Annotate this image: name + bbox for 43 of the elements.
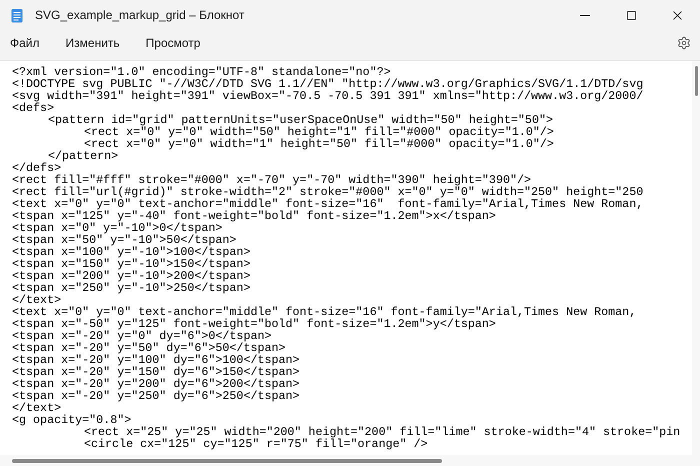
menu-item[interactable]: Просмотр (138, 34, 208, 52)
code-line: <rect x="25" y="25" width="200" height="200" fill="lime" stroke-width="4" stroke="pin (84, 426, 680, 438)
maximize-icon (626, 10, 636, 20)
code-line: <tspan x="-20" y="100" dy="6">100</tspan> (12, 354, 300, 366)
code-line: <tspan x="250" y="-10">250</tspan> (12, 282, 250, 294)
code-line: <tspan x="-20" y="50" dy="6">50</tspan> (12, 342, 286, 354)
code-line: <!DOCTYPE svg PUBLIC "-//W3C//DTD SVG 1.1//EN" "http://www.w3.org/Graphics/SVG/1.1/DTD/svg (12, 78, 644, 90)
code-line: <text x="0" y="0" text-anchor="middle" font-size="16" font-family="Arial,Times New Roman, (12, 306, 636, 318)
code-line: <rect fill="url(#grid)" stroke-width="2" stroke="#000" x="0" y="0" width="250" height="250 (12, 186, 644, 198)
settings-icon[interactable] (677, 36, 691, 50)
menu-item[interactable]: Изменить (58, 34, 127, 52)
code-line: <rect fill="#fff" stroke="#000" x="-70" y="-70" width="390" height="390"/> (12, 174, 532, 186)
code-line: <tspan x="-20" y="200" dy="6">200</tspan> (12, 378, 300, 390)
code-line: <defs> (12, 102, 54, 114)
menu-item[interactable]: Файл (3, 34, 47, 52)
minimize-icon (580, 14, 590, 16)
code-line: <?xml version="1.0" encoding="UTF-8" standalone="no"?> (12, 66, 391, 78)
code-line: <tspan x="125" y="-40" font-weight="bold" font-size="1.2em">x</tspan> (12, 210, 496, 222)
code-line: <tspan x="150" y="-10">150</tspan> (12, 258, 250, 270)
code-line: <tspan x="-20" y="0" dy="6">0</tspan> (12, 330, 272, 342)
window-title: SVG_example_markup_grid – Блокнот (35, 7, 244, 24)
code-line: <tspan x="200" y="-10">200</tspan> (12, 270, 250, 282)
code-line: <tspan x="0" y="-10">0</tspan> (12, 222, 222, 234)
code-line: <pattern id="grid" patternUnits="userSpaceOnUse" width="50" height="50"> (47, 114, 553, 126)
horizontal-scrollbar[interactable] (0, 455, 700, 466)
code-line: <g opacity="0.8"> (12, 414, 132, 426)
code-line: <rect x="0" y="0" width="1" height="50" fill="#000" opacity="1.0"/> (84, 138, 554, 150)
text-editor[interactable] (0, 60, 700, 466)
code-line: <tspan x="-50" y="125" font-weight="bold" font-size="1.2em">y</tspan> (12, 318, 496, 330)
code-line: <tspan x="50" y="-10">50</tspan> (12, 234, 236, 246)
code-line: </text> (12, 294, 62, 306)
code-line: <text x="0" y="0" text-anchor="middle" font-size="16" font-family="Arial,Times New Roman, (12, 198, 644, 210)
code-line: <tspan x="-20" y="250" dy="6">250</tspan> (12, 390, 300, 402)
code-line: <tspan x="100" y="-10">100</tspan> (12, 246, 250, 258)
code-line: <circle cx="125" cy="125" r="75" fill="orange" /> (83, 438, 428, 450)
vertical-scrollbar[interactable] (692, 61, 700, 455)
code-line: </pattern> (48, 150, 118, 162)
code-line: <tspan x="-20" y="150" dy="6">150</tspan> (12, 366, 300, 378)
code-line: <rect x="0" y="0" width="50" height="1" fill="#000" opacity="1.0"/> (84, 126, 554, 138)
code-line: </text> (12, 402, 62, 414)
code-line: <svg width="391" height="391" viewBox="-70.5 -70.5 391 391" xmlns="http://www.w3.org/2000/ (12, 90, 644, 102)
code-line: </defs> (12, 162, 62, 174)
notepad-icon (11, 8, 23, 22)
